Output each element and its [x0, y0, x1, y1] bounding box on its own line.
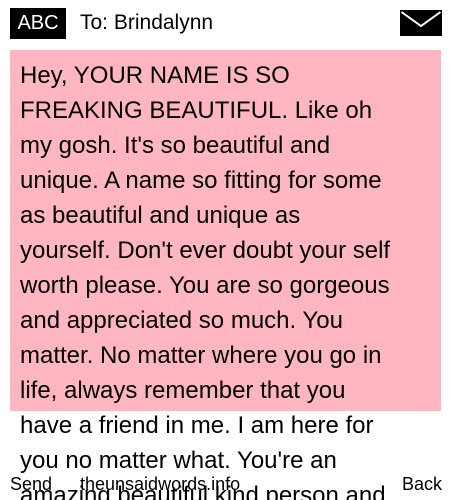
- send-button[interactable]: Send: [10, 472, 52, 496]
- input-mode-badge: ABC: [10, 8, 66, 39]
- back-button[interactable]: Back: [402, 472, 442, 496]
- message-body[interactable]: Hey, YOUR NAME IS SO FREAKING BEAUTIFUL.…: [20, 58, 440, 500]
- header: ABC To: Brindalynn: [0, 0, 450, 46]
- softkey-bar: Send theunsaidwords.info Back: [0, 472, 450, 500]
- recipient-label: To: Brindalynn: [80, 11, 214, 34]
- site-watermark: theunsaidwords.info: [80, 474, 241, 494]
- message-screen: ABC To: Brindalynn Hey, YOUR NAME IS SO …: [0, 0, 450, 500]
- envelope-icon: [400, 10, 442, 36]
